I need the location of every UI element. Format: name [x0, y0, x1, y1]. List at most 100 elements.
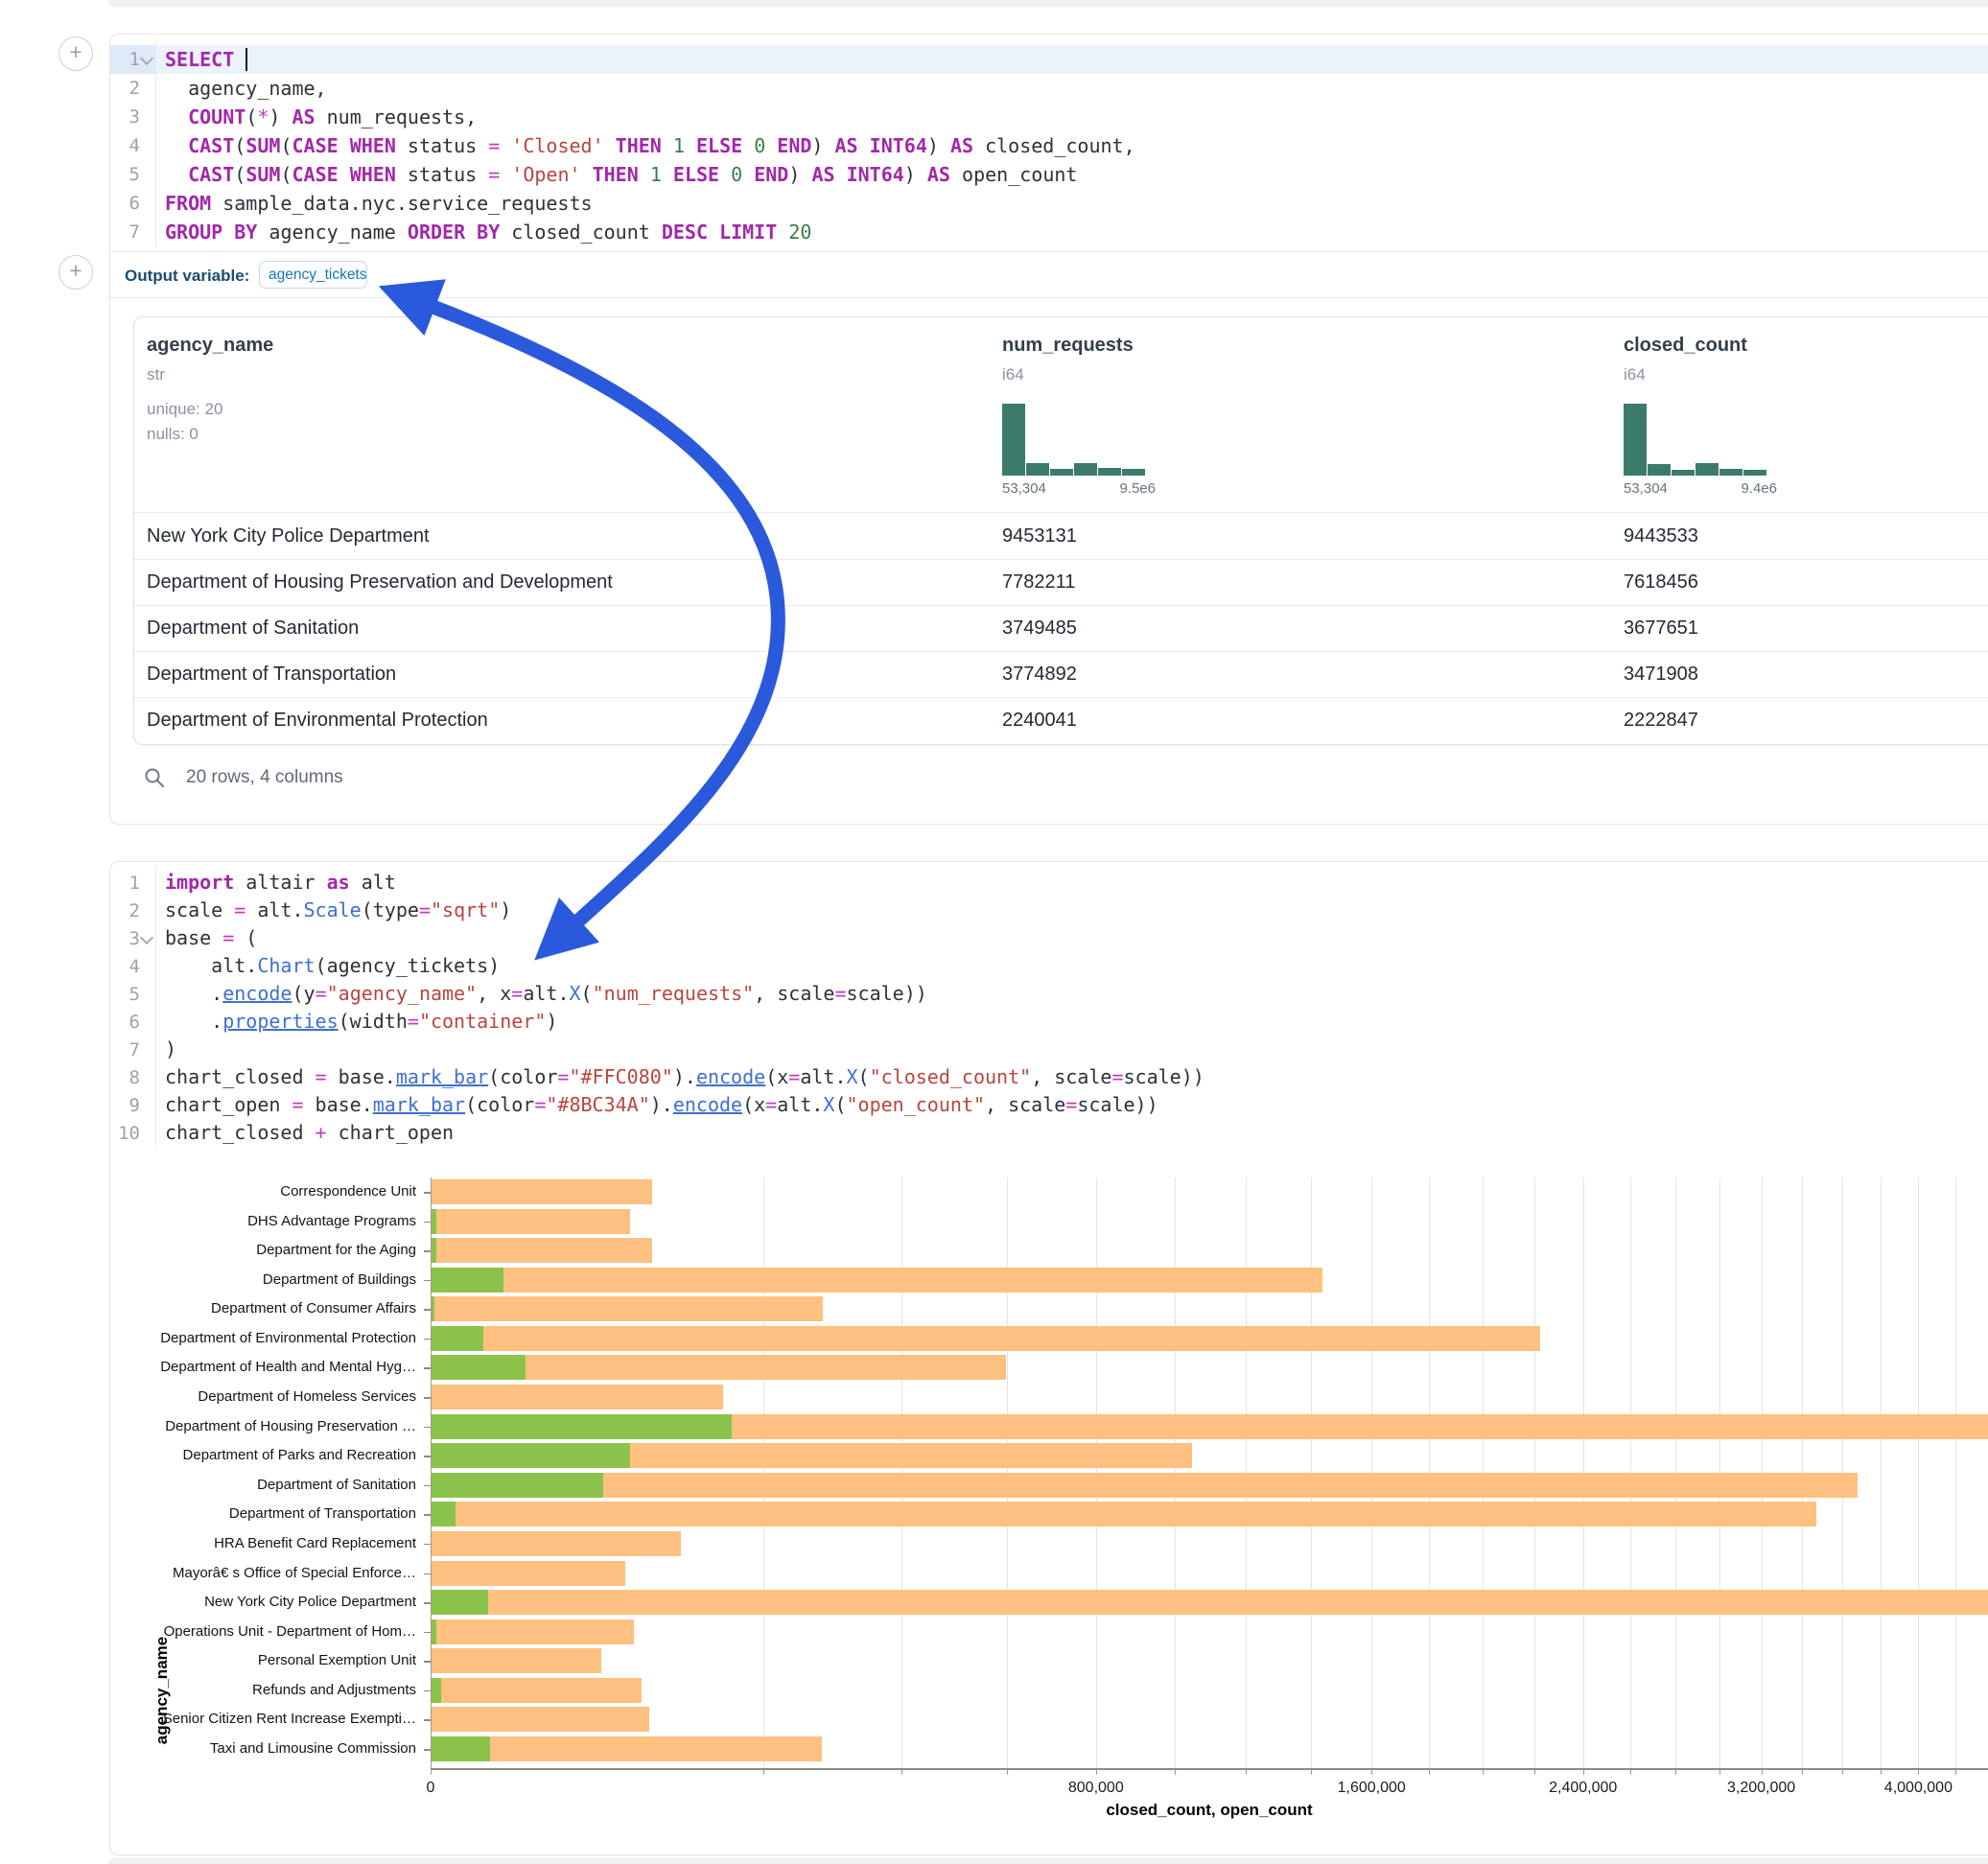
code-line[interactable]: CAST(SUM(CASE WHEN status = 'Closed' THE…: [165, 131, 1135, 160]
bar-open_count[interactable]: [432, 1326, 483, 1351]
bar-open_count[interactable]: [432, 1238, 436, 1263]
line-number: 5: [109, 984, 140, 1005]
y-axis-label: Operations Unit - Department of Hom…: [109, 1623, 416, 1640]
table-cell: 2240041: [1002, 697, 1077, 743]
code-line[interactable]: chart_open = base.mark_bar(color="#8BC34…: [165, 1091, 1158, 1119]
column-histogram: [1002, 404, 1146, 476]
y-axis-label: DHS Advantage Programs: [109, 1213, 416, 1229]
code-line[interactable]: base = (: [165, 924, 257, 952]
column-header[interactable]: closed_count: [1624, 335, 1747, 357]
code-line[interactable]: chart_closed = base.mark_bar(color="#FFC…: [165, 1063, 1204, 1091]
bar-open_count[interactable]: [432, 1590, 488, 1615]
bar-closed_count[interactable]: [432, 1296, 823, 1321]
code-line[interactable]: SELECT: [165, 45, 247, 74]
bar-closed_count[interactable]: [432, 1561, 625, 1586]
code-line[interactable]: import altair as alt: [165, 869, 396, 897]
bar-closed_count[interactable]: [432, 1502, 1816, 1526]
bar-open_count[interactable]: [432, 1502, 456, 1526]
code-line[interactable]: CAST(SUM(CASE WHEN status = 'Open' THEN …: [165, 160, 1077, 189]
bar-closed_count[interactable]: [432, 1619, 634, 1644]
line-number: 6: [109, 193, 140, 214]
bar-open_count[interactable]: [432, 1619, 436, 1644]
bar-closed_count[interactable]: [432, 1531, 681, 1556]
table-cell: 7782211: [1002, 559, 1075, 605]
code-line[interactable]: scale = alt.Scale(type="sqrt"): [165, 897, 511, 924]
table-row[interactable]: Department of Environmental Protection22…: [134, 697, 1988, 743]
bar-closed_count[interactable]: [432, 1209, 630, 1234]
line-number: 9: [109, 1095, 140, 1116]
table-row[interactable]: Department of Sanitation37494853677651: [134, 605, 1988, 652]
bar-open_count[interactable]: [432, 1414, 732, 1439]
add-cell-button[interactable]: +: [58, 36, 93, 71]
x-axis-tick-label: 2,400,000: [1526, 1780, 1641, 1797]
gridline: [1955, 1177, 1956, 1768]
code-line[interactable]: ): [165, 1036, 176, 1063]
code-line[interactable]: COUNT(*) AS num_requests,: [165, 103, 477, 131]
y-axis-label: Senior Citizen Rent Increase Exempti…: [109, 1711, 416, 1727]
bar-closed_count[interactable]: [432, 1268, 1322, 1293]
table-row[interactable]: Department of Housing Preservation and D…: [134, 559, 1988, 606]
output-variable-label: Output variable:: [125, 267, 249, 286]
table-cell: 3677651: [1624, 605, 1698, 651]
bar-closed_count[interactable]: [432, 1238, 652, 1263]
y-axis-label: Department for the Aging: [109, 1242, 416, 1258]
code-line[interactable]: .properties(width="container"): [165, 1008, 557, 1036]
bar-closed_count[interactable]: [432, 1678, 642, 1703]
table-cell: 9443533: [1624, 513, 1698, 559]
code-line[interactable]: agency_name,: [165, 74, 327, 103]
line-number: 4: [109, 956, 140, 977]
y-axis-label: Taxi and Limousine Commission: [109, 1740, 416, 1757]
bar-closed_count[interactable]: [432, 1648, 601, 1673]
column-histogram: [1624, 404, 1767, 476]
text-cursor: [246, 48, 247, 71]
search-icon[interactable]: [143, 766, 166, 789]
bar-open_count[interactable]: [432, 1355, 526, 1380]
bar-open_count[interactable]: [432, 1209, 436, 1234]
line-number: 3: [109, 106, 140, 128]
y-axis-label: Correspondence Unit: [109, 1183, 416, 1200]
code-line[interactable]: FROM sample_data.nyc.service_requests: [165, 189, 593, 218]
dataframe-preview[interactable]: agency_namestrunique: 20nulls: 0num_requ…: [133, 316, 1988, 745]
add-cell-button[interactable]: +: [58, 255, 93, 290]
x-axis-line: [431, 1768, 1988, 1770]
bar-closed_count[interactable]: [432, 1179, 652, 1204]
table-cell: Department of Housing Preservation and D…: [147, 559, 613, 605]
line-number: 7: [109, 221, 140, 243]
previous-cell-strip[interactable]: [107, 0, 1988, 8]
code-line[interactable]: alt.Chart(agency_tickets): [165, 952, 500, 980]
code-line[interactable]: chart_closed + chart_open: [165, 1119, 454, 1147]
bar-open_count[interactable]: [432, 1473, 603, 1498]
table-cell: 3774892: [1002, 651, 1077, 697]
line-number: 5: [109, 164, 140, 185]
table-row[interactable]: New York City Police Department945313194…: [134, 513, 1988, 560]
cell-divider: [109, 297, 1988, 298]
bar-closed_count[interactable]: [432, 1590, 1988, 1615]
bar-open_count[interactable]: [432, 1296, 434, 1321]
bar-open_count[interactable]: [432, 1736, 490, 1761]
code-line[interactable]: GROUP BY agency_name ORDER BY closed_cou…: [165, 218, 811, 246]
output-variable-pill[interactable]: agency_tickets: [259, 261, 367, 289]
x-axis-tick-label: 4,000,000: [1860, 1780, 1976, 1797]
column-stat: nulls: 0: [147, 425, 199, 444]
x-axis-tick-label: 1,600,000: [1314, 1780, 1429, 1797]
column-header[interactable]: num_requests: [1002, 335, 1134, 357]
table-row[interactable]: Department of Transportation377489234719…: [134, 651, 1988, 698]
bar-closed_count[interactable]: [432, 1736, 822, 1761]
code-line[interactable]: .encode(y="agency_name", x=alt.X("num_re…: [165, 980, 927, 1008]
histogram-max-label: 9.5e6: [1012, 480, 1156, 497]
bar-open_count[interactable]: [432, 1443, 630, 1468]
table-cell: 9453131: [1002, 513, 1077, 559]
column-type: i64: [1624, 365, 1646, 384]
bar-closed_count[interactable]: [432, 1326, 1540, 1351]
bar-closed_count[interactable]: [432, 1385, 723, 1410]
column-header[interactable]: agency_name: [147, 335, 273, 357]
next-cell-strip[interactable]: [107, 1858, 1988, 1864]
bar-closed_count[interactable]: [432, 1473, 1858, 1498]
y-axis-label: Department of Parks and Recreation: [109, 1447, 416, 1463]
cell-divider: [109, 251, 1988, 252]
bar-open_count[interactable]: [432, 1678, 441, 1703]
table-cell: Department of Transportation: [147, 651, 396, 697]
bar-closed_count[interactable]: [432, 1707, 649, 1732]
bar-open_count[interactable]: [432, 1268, 503, 1293]
table-cell: Department of Sanitation: [147, 605, 359, 651]
